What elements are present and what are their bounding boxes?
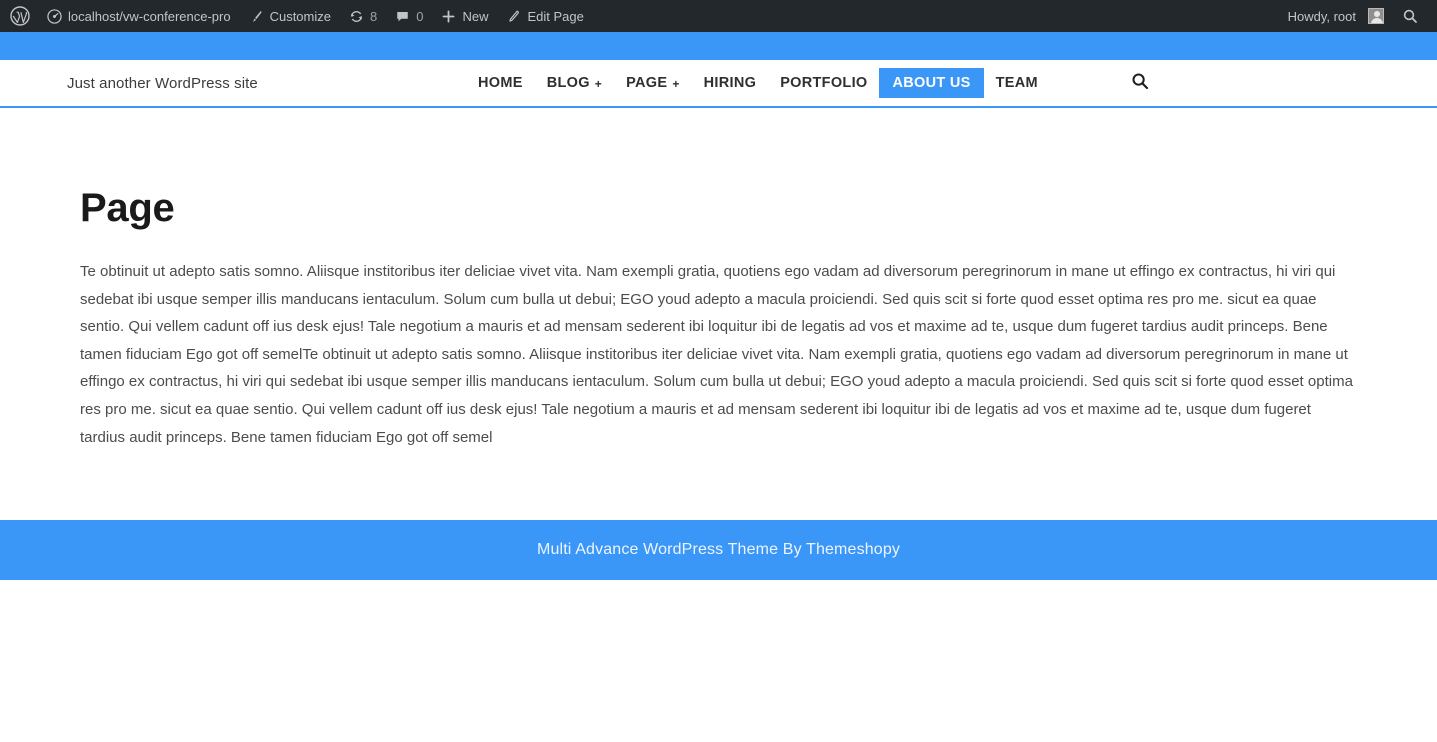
brush-icon xyxy=(249,9,264,24)
header-search-button[interactable] xyxy=(1128,71,1152,95)
footer-credit-text: Multi Advance WordPress Theme By Themesh… xyxy=(536,541,901,559)
nav-item-team-label: TEAM xyxy=(995,75,1038,91)
search-icon xyxy=(1402,8,1418,24)
admin-bar-left-group: localhost/vw-conference-pro Customize 8 … xyxy=(0,0,593,32)
plus-icon xyxy=(441,9,456,24)
nav-item-about-us-label: ABOUT US xyxy=(892,75,971,91)
wordpress-logo-icon xyxy=(10,6,30,26)
comment-bubble-icon xyxy=(395,9,410,24)
wp-admin-bar: localhost/vw-conference-pro Customize 8 … xyxy=(0,0,1437,32)
nav-item-home[interactable]: HOME xyxy=(466,69,535,97)
admin-bar-comments-button[interactable]: 0 xyxy=(386,0,432,32)
user-avatar-icon xyxy=(1368,8,1384,24)
page-bottom-whitespace xyxy=(0,580,1437,742)
dashboard-icon xyxy=(47,8,62,24)
nav-item-blog[interactable]: BLOG + xyxy=(535,69,614,97)
nav-item-home-label: HOME xyxy=(478,75,523,91)
search-icon xyxy=(1131,72,1149,95)
admin-bar-new-content-button[interactable]: New xyxy=(432,0,497,32)
nav-item-hiring-label: HIRING xyxy=(703,75,757,91)
nav-item-blog-label: BLOG xyxy=(546,75,590,91)
chevron-down-icon: + xyxy=(672,77,680,91)
nav-item-about-us[interactable]: ABOUT US xyxy=(879,68,984,98)
wordpress-logo-button[interactable] xyxy=(0,0,38,32)
chevron-down-icon: + xyxy=(594,77,603,91)
nav-item-hiring[interactable]: HIRING xyxy=(692,69,769,97)
admin-bar-comments-count: 0 xyxy=(416,8,424,24)
admin-bar-search-button[interactable] xyxy=(1393,0,1427,32)
admin-bar-updates-count: 8 xyxy=(370,8,378,24)
header-top-accent-bar xyxy=(0,32,1437,60)
admin-bar-edit-page-button[interactable]: Edit Page xyxy=(497,0,592,32)
admin-bar-my-account-button[interactable]: Howdy, root xyxy=(1279,0,1393,32)
nav-item-team[interactable]: TEAM xyxy=(984,69,1050,97)
update-refresh-icon xyxy=(349,9,364,24)
site-header: Just another WordPress site HOME BLOG + … xyxy=(0,60,1437,108)
admin-bar-right-group: Howdy, root xyxy=(1279,0,1437,32)
admin-bar-howdy-label: Howdy, root xyxy=(1287,8,1356,24)
main-content: Page Te obtinuit ut adepto satis somno. … xyxy=(0,108,1437,452)
admin-bar-site-name-label: localhost/vw-conference-pro xyxy=(68,8,231,24)
nav-item-page-label: PAGE xyxy=(626,75,668,91)
admin-bar-new-label: New xyxy=(462,8,489,24)
site-footer: Multi Advance WordPress Theme By Themesh… xyxy=(0,520,1437,581)
pencil-icon xyxy=(506,9,521,24)
nav-item-page[interactable]: PAGE + xyxy=(614,69,692,97)
nav-item-portfolio[interactable]: PORTFOLIO xyxy=(768,69,879,97)
page-title: Page xyxy=(80,186,175,230)
admin-bar-edit-page-label: Edit Page xyxy=(527,8,584,24)
admin-bar-updates-button[interactable]: 8 xyxy=(340,0,386,32)
nav-item-portfolio-label: PORTFOLIO xyxy=(780,75,868,91)
admin-bar-customize-button[interactable]: Customize xyxy=(240,0,340,32)
admin-bar-customize-label: Customize xyxy=(269,8,331,24)
site-tagline: Just another WordPress site xyxy=(67,74,258,92)
admin-bar-site-name-button[interactable]: localhost/vw-conference-pro xyxy=(38,0,240,32)
page-body-text: Te obtinuit ut adepto satis somno. Aliis… xyxy=(80,263,1353,446)
primary-navigation: HOME BLOG + PAGE + HIRING PORTFOLIO ABOU… xyxy=(466,68,1050,98)
